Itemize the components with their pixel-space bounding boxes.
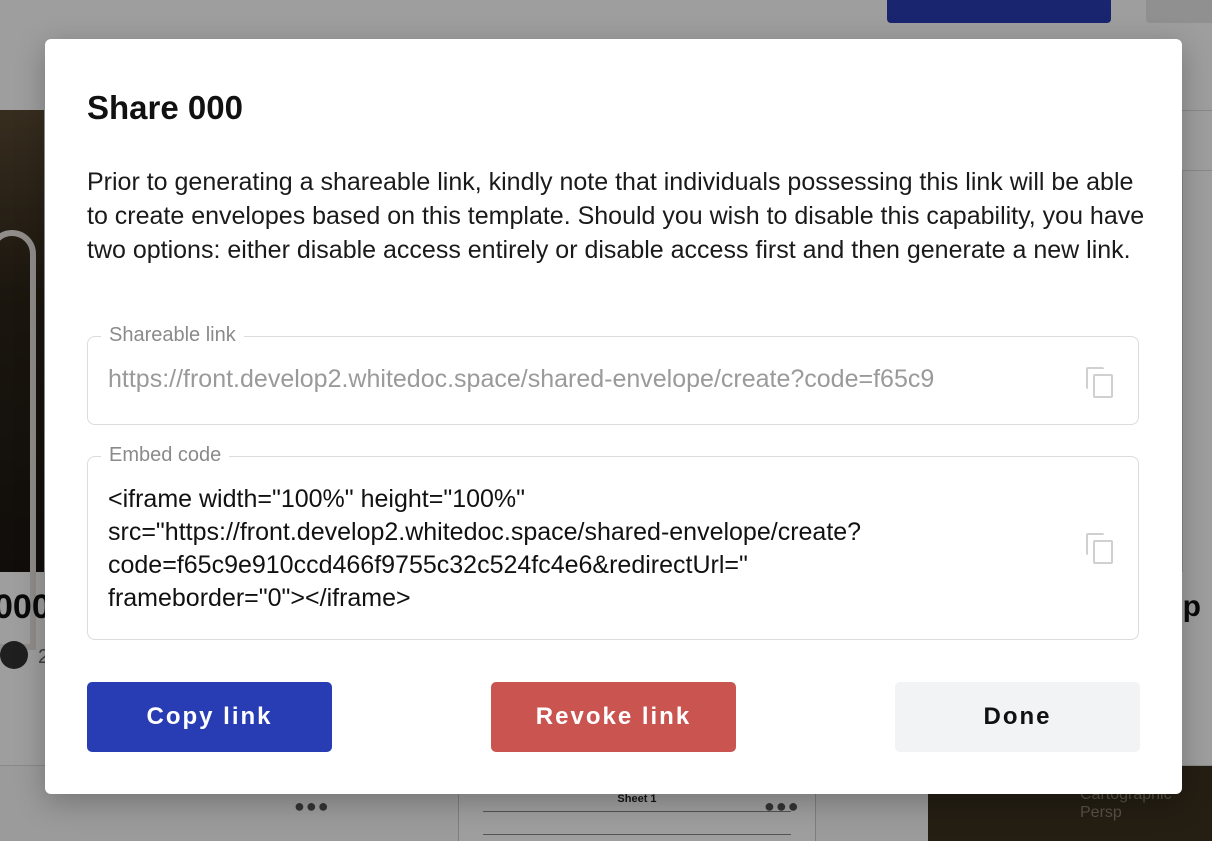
embed-code-field[interactable]: Embed code <iframe width="100%" height="… — [87, 444, 1139, 640]
share-dialog: Share 000 Prior to generating a shareabl… — [45, 39, 1182, 794]
revoke-link-button[interactable]: Revoke link — [491, 682, 736, 752]
shareable-link-field[interactable]: Shareable link https://front.develop2.wh… — [87, 324, 1139, 425]
copy-icon[interactable] — [1086, 533, 1114, 564]
copy-icon[interactable] — [1086, 367, 1114, 398]
embed-code-label: Embed code — [101, 444, 230, 467]
copy-link-button[interactable]: Copy link — [87, 682, 332, 752]
dialog-title: Share 000 — [87, 89, 243, 126]
embed-code-value[interactable]: <iframe width="100%" height="100%" src="… — [108, 483, 1008, 615]
shareable-link-value[interactable]: https://front.develop2.whitedoc.space/sh… — [108, 365, 1058, 394]
dialog-description: Prior to generating a shareable link, ki… — [87, 168, 1145, 264]
done-button[interactable]: Done — [895, 682, 1140, 752]
shareable-link-label: Shareable link — [101, 324, 244, 347]
